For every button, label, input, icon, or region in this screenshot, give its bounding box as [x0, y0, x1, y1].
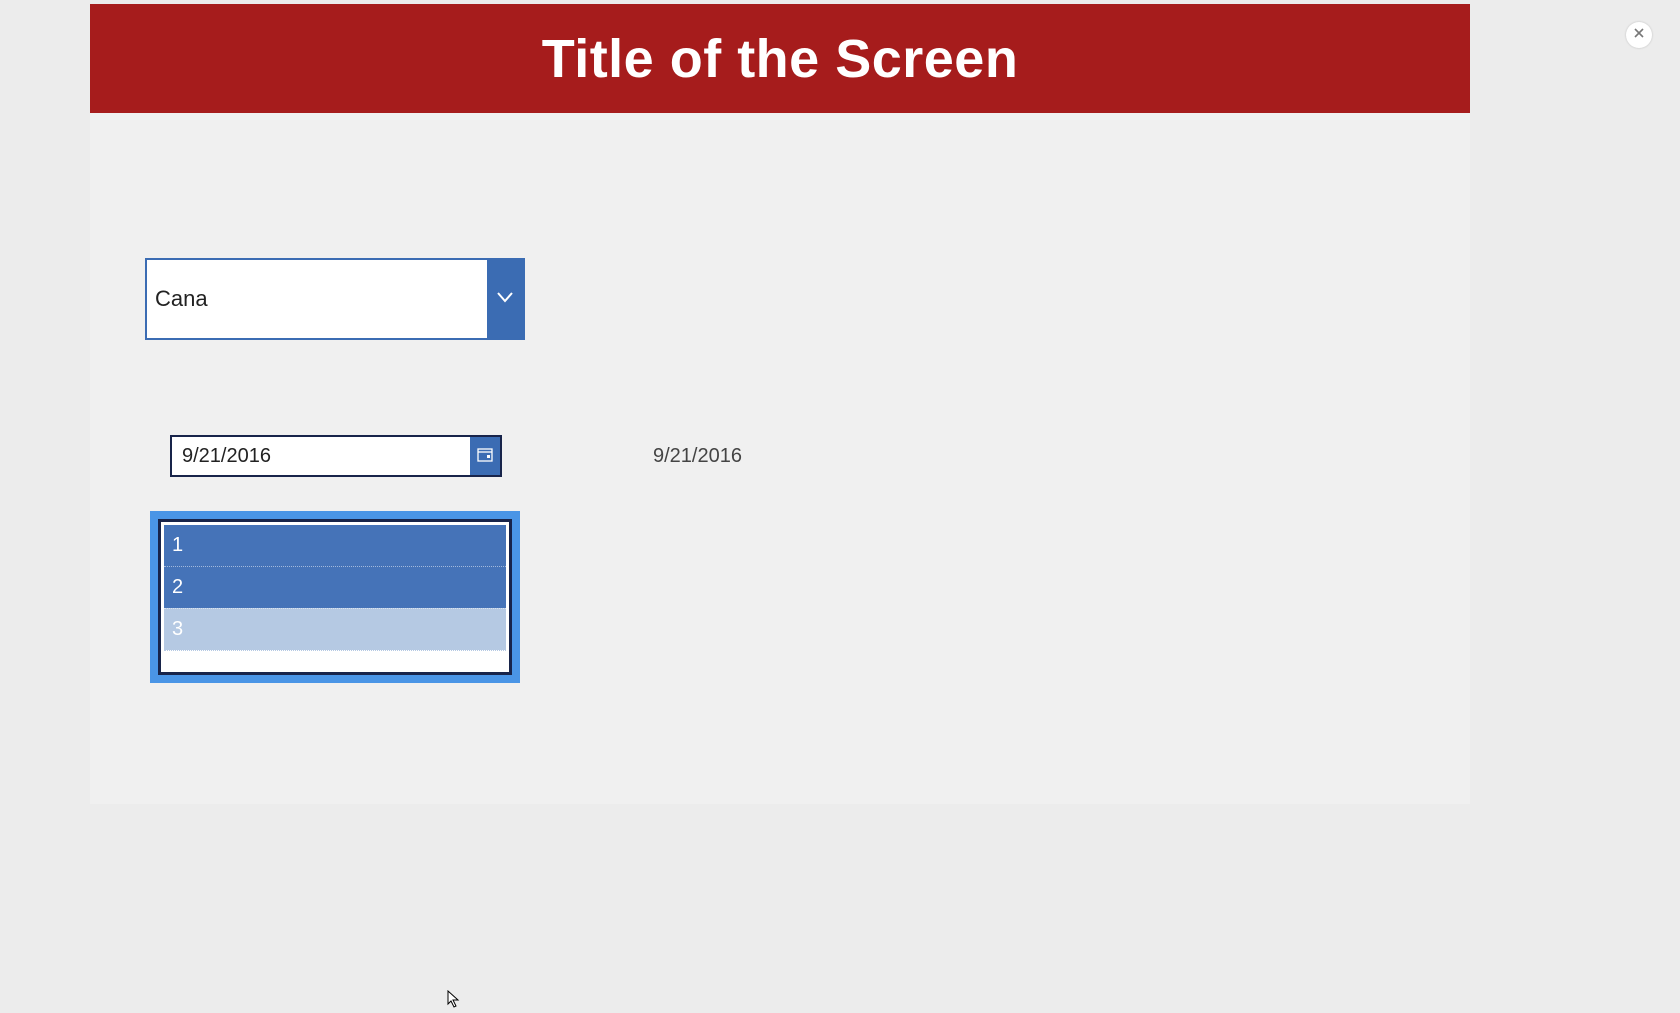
listbox-item[interactable]: 2: [164, 566, 506, 608]
header-bar: Title of the Screen: [90, 4, 1470, 113]
page-title: Title of the Screen: [542, 28, 1019, 90]
combobox-dropdown-button[interactable]: [487, 260, 523, 338]
listbox-item[interactable]: 1: [164, 525, 506, 566]
mouse-cursor-icon: [447, 990, 461, 1013]
combobox-value[interactable]: Cana: [147, 260, 487, 338]
calendar-icon: [477, 446, 493, 467]
listbox-spacer: [164, 650, 506, 669]
close-icon: [1633, 26, 1645, 44]
listbox-inner: 1 2 3: [158, 519, 512, 675]
date-picker[interactable]: 9/21/2016: [170, 435, 502, 477]
app-panel: Title of the Screen Cana 9/21/2016: [90, 4, 1470, 804]
number-listbox[interactable]: 1 2 3: [150, 511, 520, 683]
chevron-down-icon: [495, 287, 515, 312]
listbox-item[interactable]: 3: [164, 608, 506, 650]
date-label-text: 9/21/2016: [653, 445, 742, 468]
date-picker-value[interactable]: 9/21/2016: [172, 437, 470, 475]
country-combobox[interactable]: Cana: [145, 258, 525, 340]
close-button[interactable]: [1626, 22, 1652, 48]
date-picker-button[interactable]: [470, 437, 500, 475]
